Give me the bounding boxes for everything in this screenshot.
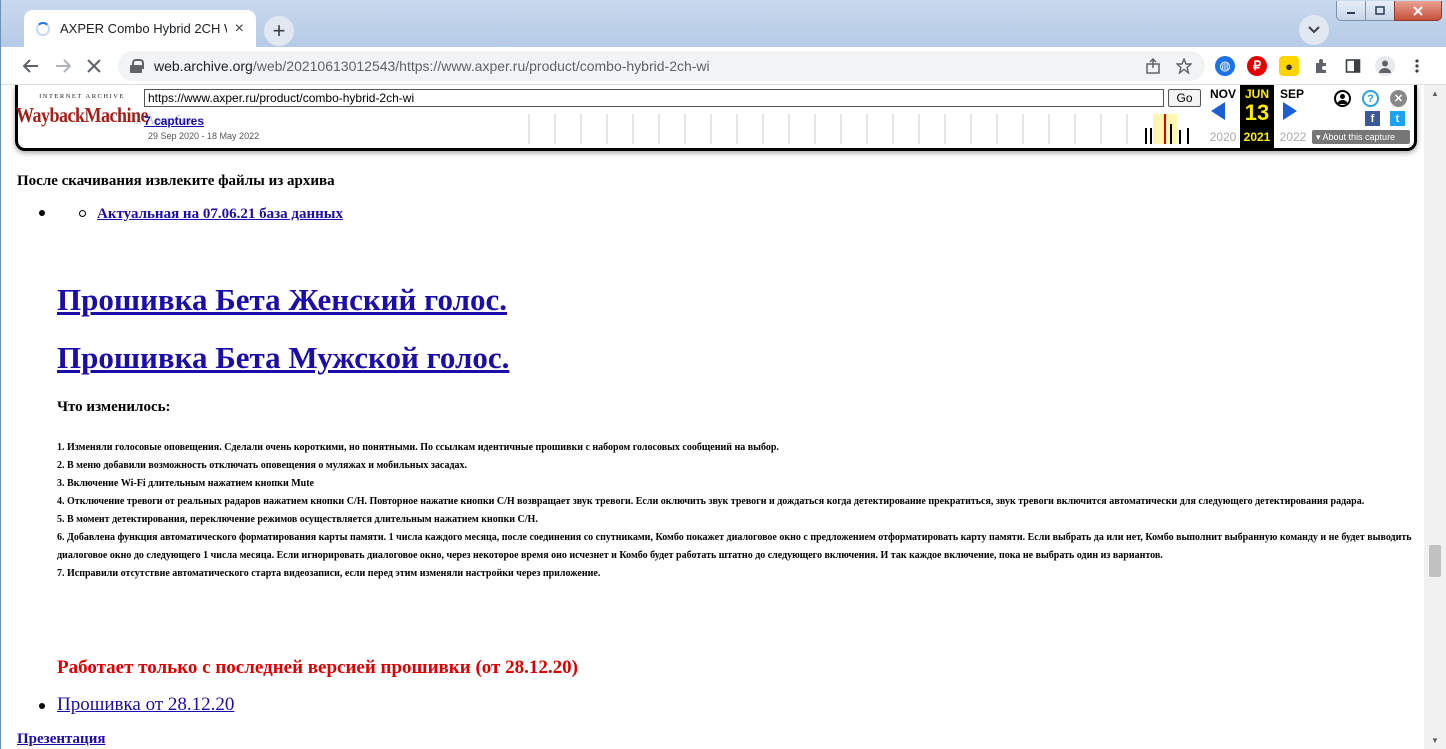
menu-icon[interactable] [1407, 56, 1427, 76]
wayback-toolbar: Загрузка ... Архив ... Ариобов INTERNET … [15, 85, 1417, 151]
current-capture-date: JUN 13 2021 [1240, 85, 1274, 148]
window-controls [1336, 1, 1442, 21]
restore-icon [1375, 6, 1385, 15]
logo-wayback-machine: WaybackMachine [16, 99, 149, 131]
change-item: 4. Отключение тревоги от реальных радаро… [57, 496, 1365, 507]
yellow-extension-icon[interactable]: ● [1279, 56, 1299, 76]
current-month: JUN [1244, 87, 1269, 101]
forward-button[interactable] [50, 53, 76, 79]
side-panel-icon[interactable] [1343, 56, 1363, 76]
scroll-up-icon[interactable]: ▲ [1424, 85, 1446, 102]
minimize-icon [1347, 11, 1355, 14]
browser-toolbar: web.archive.org/web/20210613012543/https… [1, 47, 1446, 85]
presentation-link[interactable]: Презентация [17, 731, 105, 748]
extensions-icon[interactable] [1311, 56, 1331, 76]
next-year[interactable]: 2022 [1276, 130, 1310, 144]
stop-button[interactable] [81, 53, 107, 79]
back-icon [23, 59, 38, 73]
chevron-down-icon [1308, 26, 1320, 34]
forward-icon [56, 59, 71, 73]
next-month[interactable]: SEP [1275, 87, 1309, 101]
scroll-thumb[interactable] [1429, 545, 1441, 577]
bullet-icon [39, 703, 45, 709]
scroll-down-icon[interactable]: ▼ [1424, 732, 1446, 749]
changes-heading: Что изменилось: [57, 399, 171, 415]
next-arrow-icon[interactable] [1283, 102, 1297, 120]
change-item: 3. Включение Wi-Fi длительным нажатием к… [57, 478, 314, 489]
firmware-link[interactable]: Прошивка от 28.12.20 [57, 694, 234, 716]
change-item: 6. Добавлена функция автоматического фор… [57, 532, 1412, 561]
lock-icon [130, 59, 144, 73]
minimize-button[interactable] [1336, 1, 1366, 21]
change-item: 5. В момент детектирования, переключение… [57, 514, 538, 525]
share-icon[interactable] [1142, 55, 1164, 77]
capture-sparkline[interactable] [528, 114, 1204, 144]
back-button[interactable] [18, 53, 44, 79]
page-viewport: После скачивания извлеките файлы из архи… [1, 85, 1424, 749]
tab-strip: AXPER Combo Hybrid 2CH Wi × + [1, 0, 1446, 47]
prev-arrow-icon[interactable] [1211, 102, 1225, 120]
about-capture-button[interactable]: ▾ About this capture [1312, 130, 1410, 144]
go-button[interactable]: Go [1168, 89, 1201, 107]
wayback-url-input[interactable]: https://www.axper.ru/product/combo-hybri… [144, 89, 1164, 107]
profile-icon[interactable] [1375, 56, 1395, 76]
changes-list: 1. Изменяли голосовые оповещения. Сделал… [57, 439, 1417, 583]
star-icon[interactable] [1173, 55, 1195, 77]
change-item: 7. Исправили отсутствие автоматического … [57, 568, 601, 579]
prev-month[interactable]: NOV [1206, 87, 1240, 101]
tab-search-button[interactable] [1299, 15, 1329, 45]
compatibility-note: Работает только с последней версией прош… [57, 657, 578, 678]
red-extension-icon[interactable]: ₽ [1247, 56, 1267, 76]
close-window-button[interactable] [1394, 1, 1442, 21]
beta-male-voice-link[interactable]: Прошивка Бета Мужской голос. [57, 340, 509, 376]
current-year: 2021 [1243, 130, 1271, 144]
wayback-logo[interactable]: INTERNET ARCHIVE WaybackMachine [16, 93, 149, 133]
stop-icon [87, 59, 101, 73]
circle-bullet-icon [79, 210, 86, 217]
facebook-icon[interactable]: f [1365, 111, 1380, 126]
address-url: web.archive.org/web/20210613012543/https… [154, 58, 710, 74]
browser-window: AXPER Combo Hybrid 2CH Wi × + web.archiv… [0, 0, 1446, 749]
loading-spinner-icon [36, 21, 50, 36]
tab-title: AXPER Combo Hybrid 2CH Wi [60, 21, 227, 36]
help-icon[interactable]: ? [1362, 90, 1379, 107]
address-bar[interactable]: web.archive.org/web/20210613012543/https… [118, 51, 1205, 81]
change-item: 1. Изменяли голосовые оповещения. Сделал… [57, 442, 779, 453]
current-day: 13 [1244, 100, 1270, 125]
captures-link[interactable]: 7 captures [144, 114, 204, 128]
bullet-icon [39, 210, 45, 216]
close-icon [1413, 5, 1423, 16]
tab-close-icon[interactable]: × [235, 20, 244, 37]
page-scrollbar[interactable]: ▲ ▼ [1424, 85, 1446, 749]
url-host: web.archive.org [154, 58, 253, 74]
download-heading: После скачивания извлеките файлы из архи… [17, 173, 335, 189]
twitter-icon[interactable]: t [1390, 111, 1405, 126]
close-wayback-icon[interactable]: ✕ [1390, 90, 1407, 107]
tab-active[interactable]: AXPER Combo Hybrid 2CH Wi × [24, 10, 256, 47]
user-account-icon[interactable] [1334, 90, 1351, 107]
url-path: /web/20210613012543/https://www.axper.ru… [252, 58, 710, 74]
beta-female-voice-link[interactable]: Прошивка Бета Женский голос. [57, 282, 507, 318]
prev-year[interactable]: 2020 [1206, 130, 1240, 144]
change-item: 2. В меню добавили возможность отключать… [57, 460, 468, 471]
database-link[interactable]: Актуальная на 07.06.21 база данных [97, 206, 343, 223]
new-tab-button[interactable]: + [264, 16, 294, 46]
maximize-button[interactable] [1365, 1, 1395, 21]
capture-range: 29 Sep 2020 - 18 May 2022 [148, 131, 260, 141]
globe-extension-icon[interactable]: ◍ [1215, 56, 1235, 76]
